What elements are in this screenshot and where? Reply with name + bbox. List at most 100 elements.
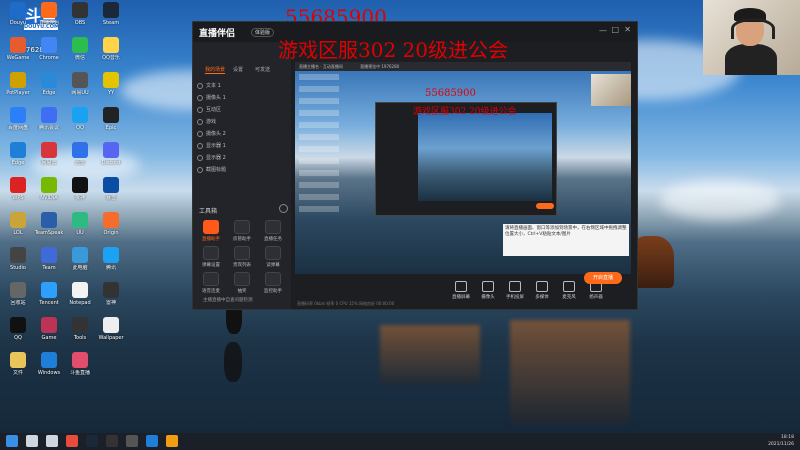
tool-icon [234,246,250,260]
search-icon[interactable] [26,435,38,447]
tool-button[interactable]: 弹幕设置 [197,246,225,268]
scene-item[interactable]: 显示器 2 [197,154,287,163]
control-button[interactable]: 手机投屏 [503,281,527,300]
tool-button[interactable]: 监控助手 [259,272,287,294]
tool-button[interactable]: 抽奖 [228,272,256,294]
desktop-icon[interactable]: 斗鱼直播 [62,352,98,376]
visibility-icon[interactable] [197,82,203,89]
obs-icon[interactable] [126,435,138,447]
app-icon [41,282,57,298]
go-live-button[interactable]: 开启直播 [584,272,622,284]
tool-icon [265,246,281,260]
scene-item[interactable]: 截图标题 [197,166,287,175]
preview-header: 直播主播名 · 互动直播间 直播预览中 1976280 [295,62,631,71]
desktop-icon[interactable]: Epic [93,107,129,131]
scene-item[interactable]: 摄像头 1 [197,94,287,103]
app-icon [103,2,119,18]
windows-icon[interactable] [6,435,18,447]
system-tray[interactable]: 18:18 2021/11/26 [768,434,794,448]
status-line: 直播码率 0kb/s 帧率 0 CPU 15% 网络良好 00:00:00 [297,301,395,306]
tool-icon [265,272,281,286]
nested-desktop-icons [299,74,339,214]
desktop-icon[interactable]: Wallpaper [93,317,129,341]
live-companion-window[interactable]: 直播伴侣 体验版 — □ ✕ 我的场景 设置 可发送 文本 1 摄像头 1 互动区游… [192,21,638,310]
minimize-icon[interactable]: — [599,26,607,35]
close-icon[interactable]: ✕ [624,25,631,34]
desktop-icon[interactable]: Steam [93,2,129,26]
desktop-icon-label: Discord [101,160,121,166]
desktop-icon[interactable]: 腾讯 [93,247,129,271]
control-label: 扬声器 [589,295,603,300]
desktop-icon[interactable]: 雷神 [93,282,129,306]
visibility-icon[interactable] [197,94,203,101]
control-button[interactable]: 麦克风 [557,281,581,300]
desktop-icon[interactable]: YY [93,72,129,96]
control-icon [536,281,548,292]
task-view-icon[interactable] [46,435,58,447]
desktop-icon-label: 暴雪 [105,195,116,201]
app-icon [41,212,57,228]
visibility-icon[interactable] [197,166,203,173]
toolbox-collapse-icon[interactable] [279,204,288,213]
visibility-icon[interactable] [197,154,203,161]
app-icon [10,352,26,368]
scene-item[interactable]: 文本 1 [197,82,287,91]
tool-button[interactable]: 语音连麦 [197,272,225,294]
desktop-icon[interactable]: 暴雪 [93,177,129,201]
tab-send[interactable]: 可发送 [255,66,270,73]
scene-label: 摄像头 2 [206,131,226,137]
headphones [731,18,775,39]
control-label: 直播屏幕 [452,295,470,300]
tool-icon [234,220,250,234]
app-icon [41,142,57,158]
control-label: 多媒体 [535,295,549,300]
visibility-icon[interactable] [197,106,203,113]
app-icon [103,282,119,298]
app-icon [10,37,26,53]
app-icon [10,317,26,333]
scene-item[interactable]: 游戏 [197,118,287,127]
app-icon [72,317,88,333]
chrome-icon[interactable] [66,435,78,447]
app-icon [103,107,119,123]
control-button[interactable]: 多媒体 [530,281,554,300]
app-icon [10,177,26,193]
tool-button[interactable]: 读弹幕 [259,246,287,268]
maximize-icon[interactable]: □ [611,25,619,34]
nested-live-button [536,203,554,209]
scene-item[interactable]: 显示器 1 [197,142,287,151]
app-icon[interactable] [106,435,118,447]
edge-icon[interactable] [146,435,158,447]
douyu-icon[interactable] [166,435,178,447]
desktop-icon-label: 斗鱼直播 [69,370,90,376]
scene-label: 截图标题 [206,167,227,173]
app-icon [41,72,57,88]
control-button[interactable]: 摄像头 [476,281,500,300]
desktop-icon[interactable]: Origin [93,212,129,236]
tool-button[interactable]: 贵宾列表 [228,246,256,268]
visibility-icon[interactable] [197,118,203,125]
scene-item[interactable]: 互动区 [197,106,287,115]
visibility-icon[interactable] [197,130,203,137]
headline-overlay: 游戏区服302 20级进公会 [278,38,508,62]
app-icon [103,177,119,193]
control-icon [509,281,521,292]
visibility-icon[interactable] [197,142,203,149]
steam-icon[interactable] [86,435,98,447]
scene-item[interactable]: 摄像头 2 [197,130,287,139]
tool-label: 监控助手 [264,289,282,294]
footer-note[interactable]: 主播直播中自查问题检测 [203,297,253,303]
control-button[interactable]: 直播屏幕 [449,281,473,300]
tab-scenes[interactable]: 我的场景 [205,66,226,74]
tool-button[interactable]: 直播任务 [259,220,287,242]
tool-button[interactable]: 房管助手 [228,220,256,242]
desktop-icon-label: YY [107,90,115,96]
scene-label: 显示器 2 [206,155,226,161]
tab-settings[interactable]: 设置 [233,66,243,73]
desktop-icon[interactable]: Discord [93,142,129,166]
desktop-icon[interactable]: QQ音乐 [93,37,129,61]
tool-label: 直播任务 [264,237,282,242]
app-icon [41,177,57,193]
app-icon [41,37,57,53]
tool-button[interactable]: 直播助手 [197,220,225,242]
